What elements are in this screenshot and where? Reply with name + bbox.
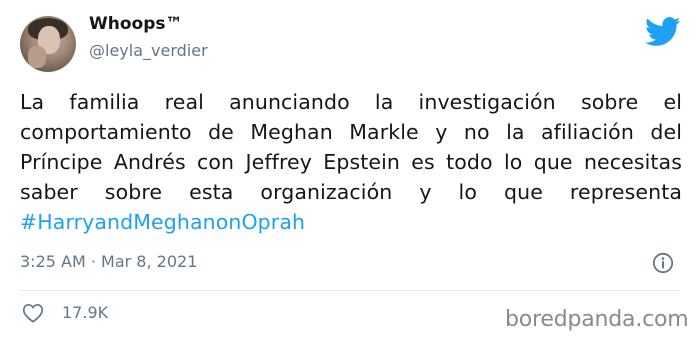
divider xyxy=(20,290,680,291)
like-count[interactable]: 17.9K xyxy=(62,303,108,322)
display-name[interactable]: Whoops™ xyxy=(89,14,183,34)
tweet-body: La familia real anunciando la investigac… xyxy=(20,90,682,204)
twitter-bird-icon[interactable] xyxy=(645,17,681,47)
username[interactable]: @leyla_verdier xyxy=(89,41,208,60)
heart-icon[interactable] xyxy=(22,303,44,323)
tweet-text: La familia real anunciando la investigac… xyxy=(20,87,682,237)
watermark: boredpanda.com xyxy=(505,307,689,332)
avatar-hand xyxy=(28,46,46,68)
info-icon[interactable] xyxy=(652,252,674,274)
timestamp[interactable]: 3:25 AM · Mar 8, 2021 xyxy=(20,252,197,271)
avatar[interactable] xyxy=(20,16,76,72)
hashtag-link[interactable]: #HarryandMeghanonOprah xyxy=(20,210,305,234)
